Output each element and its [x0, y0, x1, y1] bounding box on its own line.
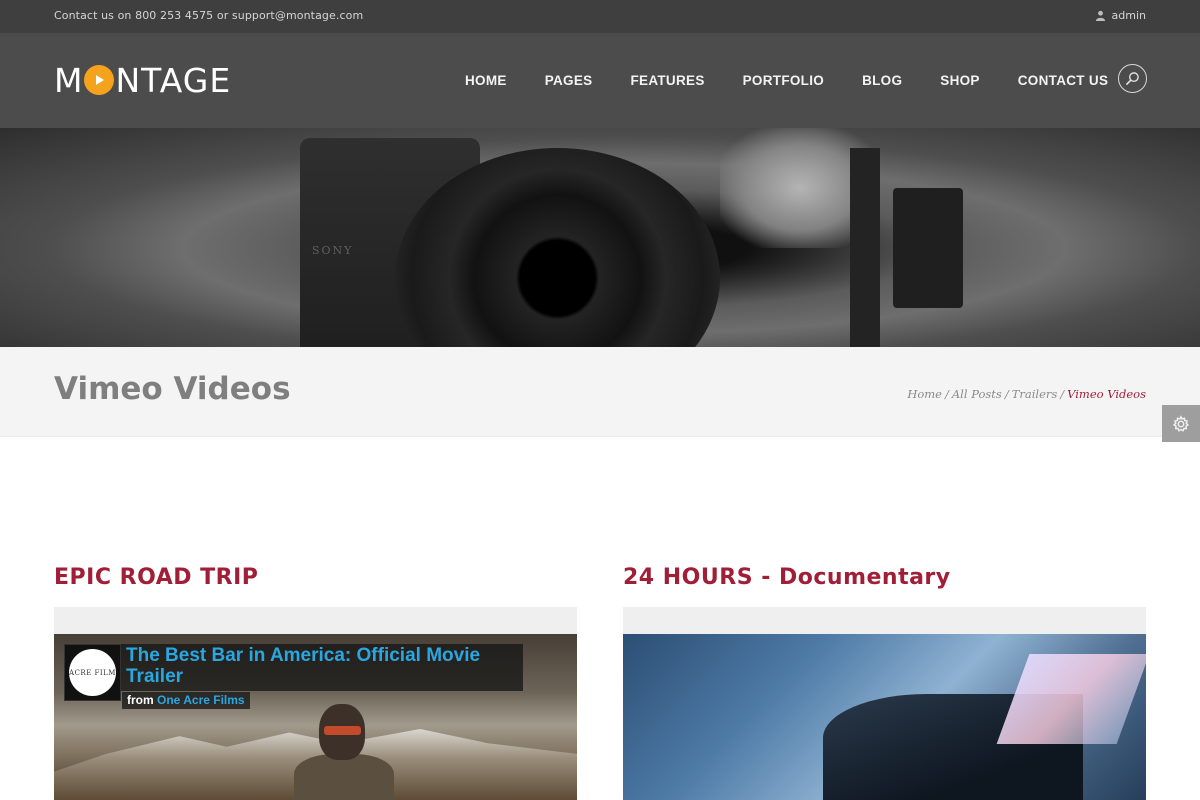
post-title-epic-road-trip[interactable]: EPIC ROAD TRIP — [54, 565, 258, 590]
user-icon — [1095, 10, 1105, 21]
breadcrumb-trailers[interactable]: Trailers — [1012, 387, 1058, 401]
breadcrumb-separator: / — [1060, 387, 1065, 401]
page-title: Vimeo Videos — [54, 371, 291, 407]
nav-contact-us[interactable]: CONTACT US — [999, 70, 1128, 91]
page-title-bar: Vimeo Videos Home / All Posts / Trailers / Vim… — [0, 347, 1200, 437]
search-button[interactable] — [1118, 64, 1147, 93]
breadcrumb-home[interactable]: Home — [907, 387, 942, 401]
nav-portfolio[interactable]: PORTFOLIO — [724, 70, 843, 91]
breadcrumb-separator: / — [945, 387, 949, 401]
vimeo-video-player[interactable] — [623, 634, 1146, 800]
hero-banner: SONY — [0, 128, 1200, 347]
post-header-strip — [623, 607, 1146, 634]
byline-label: from — [127, 693, 154, 707]
camera-grip — [893, 188, 963, 308]
channel-logo: ACRE FILM — [69, 649, 116, 696]
logo-text-start: M — [54, 60, 84, 100]
main-nav: HOME PAGES FEATURES PORTFOLIO BLOG SHOP … — [446, 70, 1127, 91]
video-title-link[interactable]: The Best Bar in America: Official Movie … — [126, 645, 518, 687]
nav-shop[interactable]: SHOP — [921, 70, 998, 91]
play-icon — [84, 65, 115, 95]
nav-features[interactable]: FEATURES — [611, 70, 723, 91]
site-logo[interactable]: M NTAGE — [54, 60, 232, 100]
video-frame-person — [294, 704, 394, 800]
nav-home[interactable]: HOME — [446, 70, 526, 91]
username[interactable]: admin — [1112, 9, 1146, 22]
search-icon — [1126, 72, 1139, 85]
settings-toggle[interactable] — [1162, 405, 1200, 442]
nav-blog[interactable]: BLOG — [843, 70, 921, 91]
post-title-24-hours[interactable]: 24 HOURS - Documentary — [623, 565, 951, 590]
breadcrumb-all-posts[interactable]: All Posts — [952, 387, 1002, 401]
breadcrumb: Home / All Posts / Trailers / Vimeo Videos — [907, 387, 1146, 401]
video-author-link[interactable]: One Acre Films — [157, 693, 245, 707]
video-frame-light-streak — [996, 654, 1146, 744]
contact-info: Contact us on 800 253 4575 or support@mo… — [54, 9, 364, 22]
site-header: M NTAGE HOME PAGES FEATURES PORTFOLIO BL… — [0, 33, 1200, 128]
gear-icon — [1172, 414, 1190, 432]
post-header-strip — [54, 607, 577, 634]
camera-brand: SONY — [312, 244, 354, 257]
logo-text-end: NTAGE — [115, 60, 232, 100]
breadcrumb-current: Vimeo Videos — [1067, 387, 1146, 401]
camera-handle — [850, 148, 880, 347]
top-bar: Contact us on 800 253 4575 or support@mo… — [0, 0, 1200, 33]
person-glasses — [324, 726, 361, 735]
nav-pages[interactable]: PAGES — [526, 70, 612, 91]
breadcrumb-separator: / — [1004, 387, 1009, 401]
vimeo-video-player[interactable]: ACRE FILM The Best Bar in America: Offic… — [54, 634, 577, 800]
user-menu[interactable]: admin — [1095, 9, 1146, 22]
person-torso — [294, 754, 394, 800]
video-byline: from One Acre Films — [122, 692, 250, 709]
channel-thumbnail[interactable]: ACRE FILM — [64, 644, 121, 701]
